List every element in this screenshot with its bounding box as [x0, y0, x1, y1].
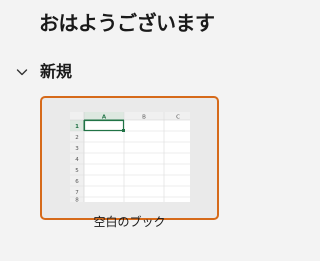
- column-header-c: C: [176, 114, 180, 120]
- spreadsheet-thumbnail: A B C 1 2 3 4 5 6 7 8: [70, 112, 190, 202]
- greeting-title: おはようございます: [39, 11, 215, 35]
- row-header-3: 3: [75, 146, 79, 152]
- blank-workbook-template[interactable]: A B C 1 2 3 4 5 6 7 8 空白のブック: [40, 96, 219, 229]
- row-header-7: 7: [75, 190, 79, 196]
- row-header-4: 4: [75, 157, 79, 163]
- row-header-1: 1: [75, 124, 79, 130]
- row-header-5: 5: [75, 168, 79, 174]
- row-header-2: 2: [75, 135, 79, 141]
- column-header-a: A: [102, 114, 107, 120]
- template-label: 空白のブック: [93, 215, 166, 229]
- row-header-8: 8: [75, 198, 79, 202]
- chevron-down-icon: [16, 69, 28, 76]
- column-header-b: B: [142, 114, 146, 120]
- row-header-6: 6: [75, 179, 79, 185]
- new-section-title: 新規: [40, 62, 73, 81]
- new-section-toggle[interactable]: 新規: [14, 60, 72, 84]
